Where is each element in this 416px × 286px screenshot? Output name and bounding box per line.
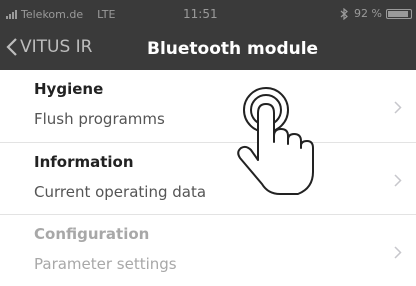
menu-item-subtitle: Parameter settings — [34, 255, 177, 273]
navigation-bar: VITUS IR Bluetooth module — [0, 28, 416, 70]
carrier-group: Telekom.de LTE — [6, 8, 115, 21]
back-label: VITUS IR — [20, 37, 93, 57]
menu-item-hygiene[interactable]: Hygiene Flush programms — [0, 70, 416, 142]
battery-percentage: 92 % — [354, 7, 382, 20]
battery-fill — [388, 10, 408, 17]
menu-item-title: Information — [34, 153, 134, 171]
status-right-group: 92 % — [340, 7, 412, 20]
carrier-name: Telekom.de — [21, 8, 84, 21]
menu-item-title: Hygiene — [34, 80, 104, 98]
chevron-right-icon — [394, 101, 402, 114]
chevron-right-icon — [394, 246, 402, 259]
chevron-right-icon — [394, 174, 402, 187]
back-button[interactable]: VITUS IR — [6, 37, 93, 57]
bluetooth-icon — [340, 7, 348, 20]
signal-strength-icon — [6, 10, 18, 19]
network-type: LTE — [97, 8, 116, 21]
status-time: 11:51 — [183, 7, 218, 21]
menu-item-subtitle: Current operating data — [34, 183, 207, 201]
tap-hand-icon — [237, 87, 314, 195]
menu-item-title: Configuration — [34, 225, 150, 243]
status-bar: Telekom.de LTE 11:51 92 % — [0, 0, 416, 28]
menu-item-information[interactable]: Information Current operating data — [0, 142, 416, 214]
top-bar: Telekom.de LTE 11:51 92 % VITUS IR Bluet… — [0, 0, 416, 70]
menu-item-configuration[interactable]: Configuration Parameter settings — [0, 214, 416, 286]
chevron-left-icon — [6, 38, 17, 56]
battery-icon — [386, 8, 412, 19]
menu-item-subtitle: Flush programms — [34, 110, 165, 128]
menu-list: Hygiene Flush programms Information Curr… — [0, 70, 416, 286]
page-title: Bluetooth module — [147, 39, 319, 59]
